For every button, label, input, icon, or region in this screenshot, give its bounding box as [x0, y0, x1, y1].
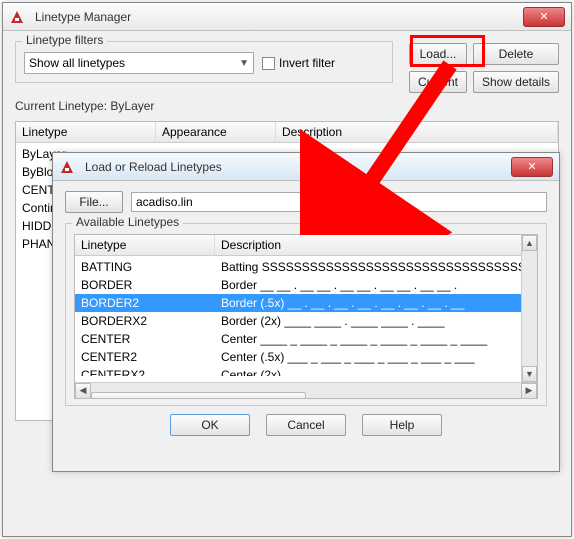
list-item[interactable]: BORDERX2Border (2x) ____ ____ . ____ ___…	[75, 312, 537, 330]
checkbox-box	[262, 57, 275, 70]
list-item[interactable]: BATTINGBatting SSSSSSSSSSSSSSSSSSSSSSSSS…	[75, 258, 537, 276]
list-header: Linetype Appearance Description	[16, 122, 558, 143]
available-list[interactable]: Linetype Description BATTINGBatting SSSS…	[74, 234, 538, 399]
window-title: Linetype Manager	[31, 10, 519, 24]
invert-filter-label: Invert filter	[279, 56, 335, 70]
file-button[interactable]: File...	[65, 191, 123, 213]
delete-button[interactable]: Delete	[473, 43, 559, 65]
modal-close-button[interactable]: ✕	[511, 157, 553, 177]
list-item[interactable]: BORDER2Border (.5x) __ . __ . __ . __ . …	[75, 294, 537, 312]
col-linetype[interactable]: Linetype	[75, 235, 215, 255]
filters-legend: Linetype filters	[22, 33, 107, 47]
scroll-down-icon[interactable]: ▼	[522, 366, 537, 382]
list-item[interactable]: BORDERBorder __ __ . __ __ . __ __ . __ …	[75, 276, 537, 294]
modal-title: Load or Reload Linetypes	[81, 160, 507, 174]
col-linetype[interactable]: Linetype	[16, 122, 156, 142]
scroll-up-icon[interactable]: ▲	[522, 235, 537, 251]
list-item[interactable]: CENTERCenter ____ _ ____ _ ____ _ ____ _…	[75, 330, 537, 348]
scroll-left-icon[interactable]: ◀	[75, 383, 91, 399]
filter-combo[interactable]: Show all linetypes ▼	[24, 52, 254, 74]
col-description[interactable]: Description	[215, 235, 537, 255]
modal-help-button[interactable]: Help	[362, 414, 442, 436]
chevron-down-icon: ▼	[239, 58, 249, 69]
load-linetypes-dialog: Load or Reload Linetypes ✕ File... acadi…	[52, 152, 560, 472]
filter-value: Show all linetypes	[29, 56, 125, 70]
list-item[interactable]: CENTERX2Center (2x) ________ __ ________…	[75, 366, 537, 376]
modal-titlebar: Load or Reload Linetypes ✕	[53, 153, 559, 181]
horizontal-scrollbar[interactable]: ◀ ▶	[75, 382, 537, 398]
titlebar: Linetype Manager ✕	[3, 3, 571, 31]
scroll-right-icon[interactable]: ▶	[521, 383, 537, 399]
close-button[interactable]: ✕	[523, 7, 565, 27]
available-legend: Available Linetypes	[72, 215, 183, 229]
col-description[interactable]: Description	[276, 122, 558, 142]
modal-cancel-button[interactable]: Cancel	[266, 414, 346, 436]
col-appearance[interactable]: Appearance	[156, 122, 276, 142]
invert-filter-checkbox[interactable]: Invert filter	[262, 56, 335, 70]
modal-ok-button[interactable]: OK	[170, 414, 250, 436]
app-icon	[9, 9, 25, 25]
file-input[interactable]: acadiso.lin	[131, 192, 547, 212]
show-details-button[interactable]: Show details	[473, 71, 559, 93]
current-button[interactable]: Current	[409, 71, 467, 93]
scroll-thumb[interactable]	[91, 392, 306, 400]
load-button[interactable]: Load...	[409, 43, 467, 65]
list-item[interactable]: CENTER2Center (.5x) ___ _ ___ _ ___ _ __…	[75, 348, 537, 366]
app-icon	[59, 159, 75, 175]
available-header: Linetype Description	[75, 235, 537, 256]
vertical-scrollbar[interactable]: ▲ ▼	[521, 235, 537, 382]
current-linetype-label: Current Linetype: ByLayer	[15, 99, 559, 113]
